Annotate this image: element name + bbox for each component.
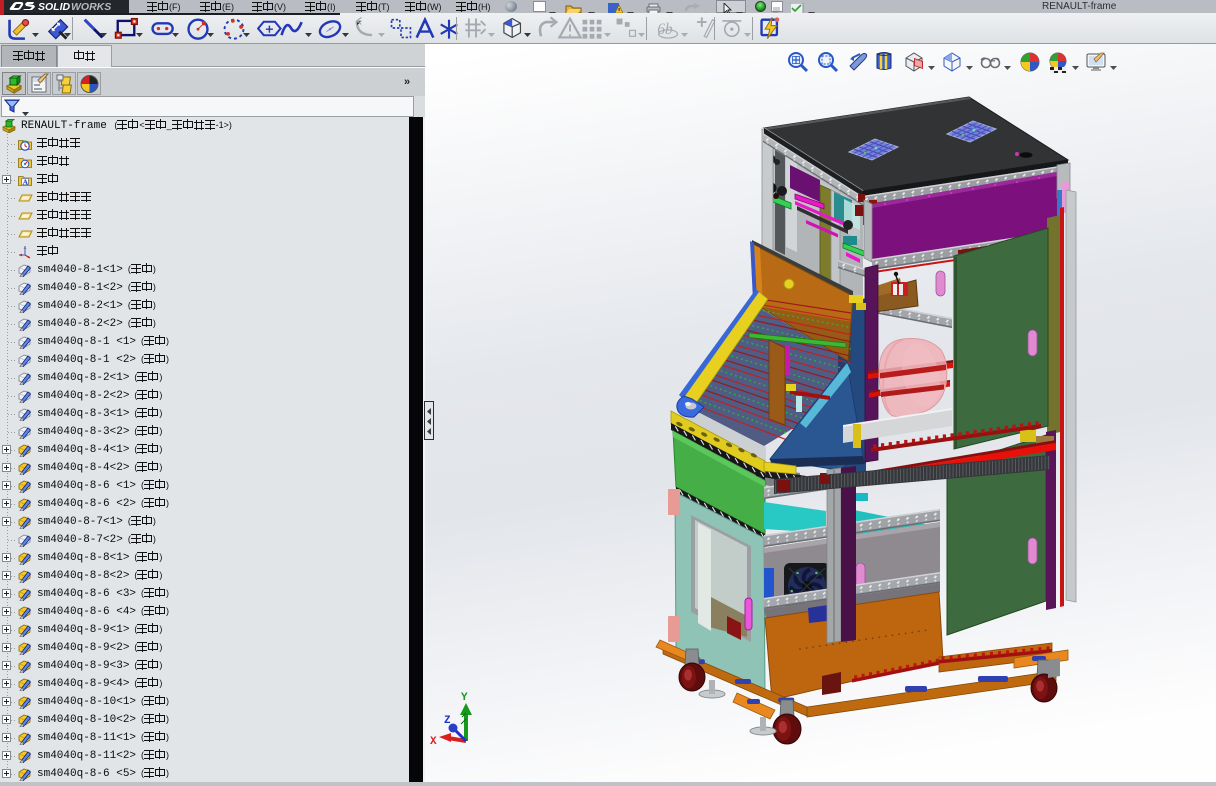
svg-text:Y: Y — [461, 692, 468, 704]
svg-text:X: X — [430, 736, 437, 748]
svg-text:Z: Z — [444, 715, 451, 727]
